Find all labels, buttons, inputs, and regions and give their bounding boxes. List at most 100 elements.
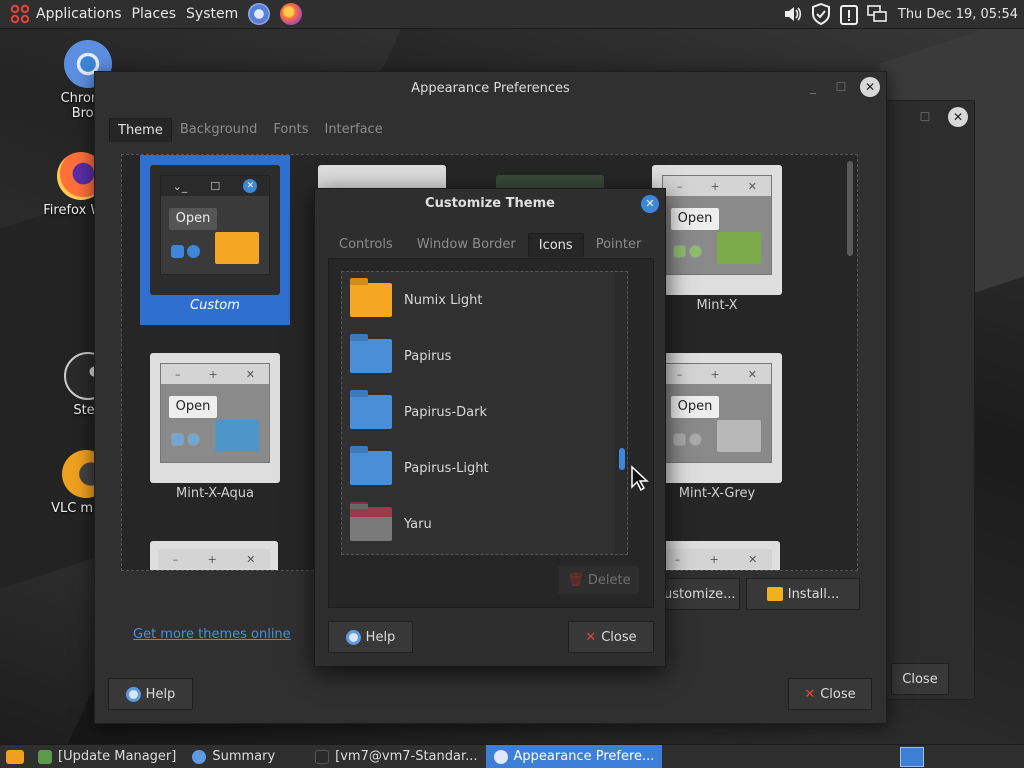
help-label: Help [365,629,396,645]
folder-icon [215,232,259,264]
bg-close-label: Close [902,671,938,687]
theme-label: Mint-X-Aqua [176,486,254,501]
icon-theme-name: Yaru [404,516,432,532]
delete-label: Delete [587,572,631,588]
update-notifier-icon[interactable] [838,3,860,25]
firefox-launcher-icon[interactable] [280,3,303,25]
theme-tile-partial[interactable]: – + ✕ [652,531,782,570]
list-item[interactable]: Yaru [342,496,627,552]
minimize-icon[interactable]: _ [804,78,822,96]
close-icon: ✕ [585,629,597,645]
folder-icon [350,339,392,373]
dialog-titlebar[interactable]: Customize Theme ✕ [315,189,665,219]
workspace-switcher[interactable] [900,747,924,767]
task-update-manager[interactable]: [Update Manager] [30,745,184,768]
help-label: Help [145,686,176,702]
summary-icon [192,749,207,764]
window-title: Appearance Preferences [411,80,570,96]
system-menu[interactable]: System [186,6,238,22]
terminal-icon [315,749,330,764]
help-icon [125,686,141,702]
preview-window: – + ✕ Open [662,175,772,275]
network-icon[interactable] [866,3,888,25]
folder-icon [350,395,392,429]
theme-thumbnail: – + ✕ Open [652,353,782,483]
preview-titlebar: – + ✕ [663,364,771,384]
scrollbar-thumb[interactable] [619,448,625,470]
icon-theme-name: Papirus-Light [404,460,489,476]
tab-bar: Theme Background Fonts Interface [109,118,391,142]
folder-icon [350,283,392,317]
tab-fonts[interactable]: Fonts [265,118,316,142]
folder-icon [350,451,392,485]
tab-controls[interactable]: Controls [327,233,405,257]
task-terminal[interactable]: [vm7@vm7-Standar... [307,745,485,768]
customize-theme-dialog: Customize Theme ✕ Controls Window Border… [314,188,666,667]
theme-tile-custom[interactable]: ⌄_ ☐ ✕ Open Custom [140,155,290,325]
theme-tile-partial[interactable]: – + ✕ [150,531,280,570]
list-item[interactable]: Papirus-Light [342,440,627,496]
task-appearance-preferences[interactable]: Appearance Prefere... [485,744,663,768]
maximize-icon[interactable]: ☐ [916,108,934,126]
shield-icon[interactable] [810,3,832,25]
applications-menu[interactable]: Applications [10,4,122,24]
task-label: Appearance Prefere... [513,749,655,764]
list-item[interactable]: Papirus-Dark [342,384,627,440]
preview-open-button: Open [671,396,719,418]
icon-list-scrollbar[interactable] [615,272,627,554]
help-icon [345,629,361,645]
tab-icons[interactable]: Icons [527,233,584,257]
preview-toggles [673,245,702,258]
folder-icon [717,232,761,264]
bg-close-button[interactable]: Close [891,663,949,695]
close-icon[interactable]: ✕ [641,195,659,213]
applications-icon [10,4,30,24]
more-themes-link[interactable]: Get more themes online [133,627,291,642]
maximize-icon: ☐ [210,179,221,193]
tab-theme[interactable]: Theme [109,118,172,142]
places-menu[interactable]: Places [132,6,177,22]
folder-icon [717,420,761,452]
theme-thumbnail: ⌄_ ☐ ✕ Open [150,165,280,295]
show-desktop-button[interactable] [0,745,30,768]
tab-pointer[interactable]: Pointer [584,233,654,257]
help-button[interactable]: Help [108,678,193,710]
delete-button[interactable]: 🗑 Delete [558,565,640,595]
dialog-help-button[interactable]: Help [328,621,413,653]
clock[interactable]: Thu Dec 19, 05:54 [898,7,1018,22]
icon-theme-name: Papirus [404,348,452,364]
theme-tile-mint-x-aqua[interactable]: – + ✕ Open Mint-X-Aqua [140,343,290,513]
preview-toggles [673,433,702,446]
close-icon[interactable]: ✕ [948,107,968,127]
maximize-icon[interactable]: ☐ [832,78,850,96]
preview-window: ⌄_ ☐ ✕ Open [160,175,270,275]
dialog-close-button[interactable]: ✕ Close [568,621,654,653]
dialog-tab-bar: Controls Window Border Icons Pointer [327,233,653,257]
theme-grid-scrollbar[interactable] [847,161,853,256]
tab-interface[interactable]: Interface [316,118,390,142]
taskbar: [Update Manager] Summary [vm7@vm7-Standa… [0,744,1024,768]
tab-window-border[interactable]: Window Border [405,233,528,257]
close-label: Close [601,629,637,645]
close-button[interactable]: ✕ Close [788,678,872,710]
chromium-launcher-icon[interactable] [248,3,271,25]
icon-theme-name: Numix Light [404,292,483,308]
applications-label: Applications [36,6,122,22]
titlebar[interactable]: Appearance Preferences _ ☐ ✕ [95,72,886,104]
shield-icon [38,749,52,764]
appearance-icon [493,749,508,764]
dialog-title: Customize Theme [425,196,555,211]
tab-background[interactable]: Background [172,118,266,142]
task-label: [Update Manager] [58,749,177,764]
task-summary[interactable]: Summary [184,745,283,768]
volume-icon[interactable] [782,3,804,25]
system-tray: Thu Dec 19, 05:54 [782,3,1018,25]
close-icon[interactable]: ✕ [860,77,880,97]
list-item[interactable]: Papirus [342,328,627,384]
preview-titlebar: – + ✕ [663,176,771,196]
preview-open-button: Open [671,208,719,230]
customize-button[interactable]: ustomize... [655,578,740,610]
top-panel: Applications Places System Thu Dec 19, 0… [0,0,1024,29]
install-button[interactable]: Install... [746,578,860,610]
list-item[interactable]: Numix Light [342,272,627,328]
